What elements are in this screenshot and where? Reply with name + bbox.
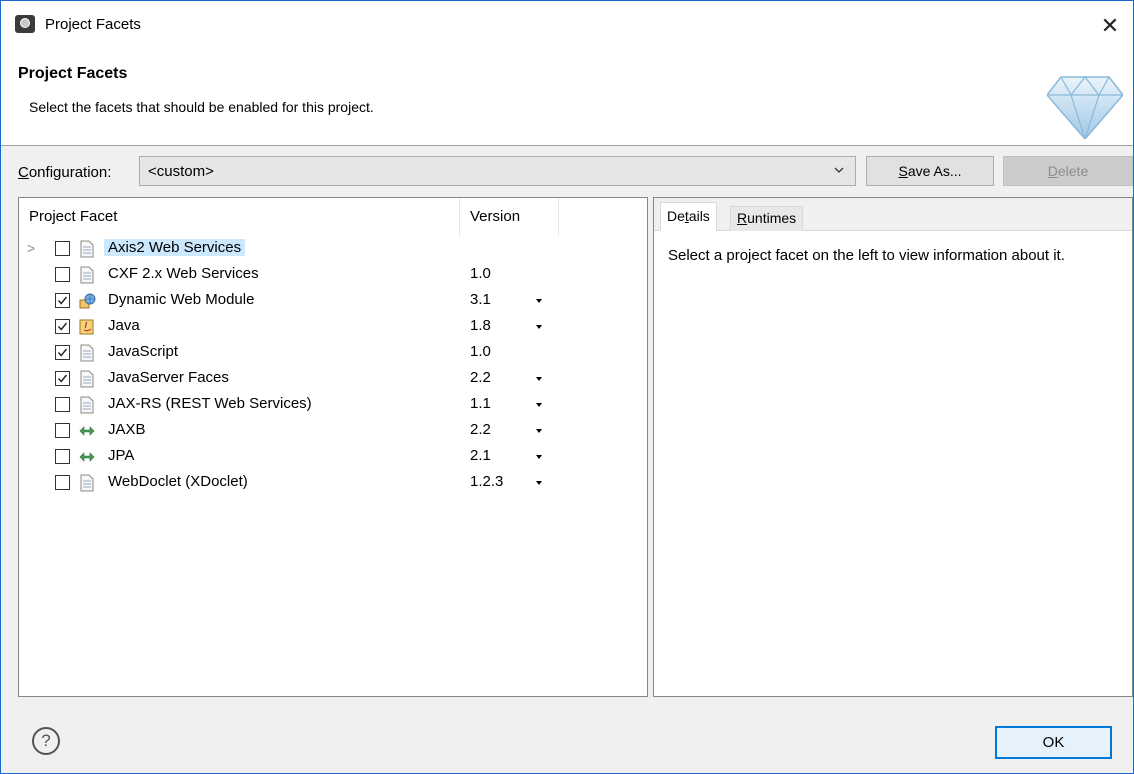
gem-icon [1047,76,1123,139]
banner-title: Project Facets [18,65,128,82]
version-dropdown-icon[interactable] [536,377,542,381]
column-header-version[interactable]: Version [470,198,560,236]
facet-checkbox[interactable] [55,423,70,438]
table-row[interactable]: JAXB 2.2 [19,418,647,444]
facet-checkbox[interactable] [55,345,70,360]
column-header-project-facet[interactable]: Project Facet [29,198,459,236]
table-row[interactable]: JAX-RS (REST Web Services) 1.1 [19,392,647,418]
facet-name: JAXB [108,421,146,438]
facet-name: JavaServer Faces [108,369,229,386]
table-row[interactable]: Dynamic Web Module 3.1 [19,288,647,314]
facet-version[interactable]: 2.1 [470,447,491,464]
column-divider[interactable] [459,198,460,236]
facet-checkbox[interactable] [55,293,70,308]
configuration-combo[interactable]: <custom> [139,156,856,186]
table-row[interactable]: JPA 2.1 [19,444,647,470]
details-panel: Details Runtimes Select a project facet … [653,197,1133,697]
table-row[interactable]: WebDoclet (XDoclet) 1.2.3 [19,470,647,496]
facet-version: 1.0 [470,343,491,360]
column-divider[interactable] [558,198,559,236]
facet-name: CXF 2.x Web Services [108,265,259,282]
facet-name: WebDoclet (XDoclet) [108,473,248,490]
version-dropdown-icon[interactable] [536,429,542,433]
facet-name: Axis2 Web Services [104,239,246,256]
page-icon [78,474,96,492]
facet-version[interactable]: 1.8 [470,317,491,334]
facet-checkbox[interactable] [55,241,70,256]
banner-description: Select the facets that should be enabled… [29,99,374,115]
help-button[interactable]: ? [32,727,60,755]
facet-checkbox[interactable] [55,475,70,490]
expand-arrow-icon[interactable]: > [27,240,39,256]
page-icon [78,344,96,362]
version-dropdown-icon[interactable] [536,403,542,407]
table-row[interactable]: JavaServer Faces 2.2 [19,366,647,392]
facet-table: Project Facet Version > Axis2 Web Service… [18,197,648,697]
facet-checkbox[interactable] [55,267,70,282]
version-dropdown-icon[interactable] [536,455,542,459]
delete-button[interactable]: Delete [1003,156,1133,186]
details-tab-strip: Details Runtimes [654,198,1132,231]
facet-version[interactable]: 1.1 [470,395,491,412]
configuration-value: <custom> [148,163,214,180]
facet-checkbox[interactable] [55,371,70,386]
configuration-row: Configuration: <custom> Save As... Delet… [1,156,1133,190]
version-dropdown-icon[interactable] [536,481,542,485]
facet-checkbox[interactable] [55,449,70,464]
table-row[interactable]: > Axis2 Web Services [19,236,647,262]
window-title: Project Facets [45,16,141,33]
dialog-window: Project Facets ✕ Project Facets Select t… [0,0,1134,774]
tab-details[interactable]: Details [660,202,717,231]
java-icon [78,318,96,336]
page-icon [78,240,96,258]
facet-name: JAX-RS (REST Web Services) [108,395,312,412]
page-icon [78,396,96,414]
eclipse-icon [15,15,35,33]
configuration-label: Configuration: [18,164,112,181]
arrows-icon [78,448,96,466]
table-row[interactable]: CXF 2.x Web Services 1.0 [19,262,647,288]
version-dropdown-icon[interactable] [536,299,542,303]
facet-name: JavaScript [108,343,179,360]
close-button[interactable]: ✕ [1087,1,1133,51]
facet-name: Dynamic Web Module [108,291,255,308]
page-icon [78,370,96,388]
details-text: Select a project facet on the left to vi… [668,247,1065,264]
title-bar: Project Facets ✕ [1,1,1133,51]
ok-button[interactable]: OK [995,726,1112,759]
facet-checkbox[interactable] [55,397,70,412]
dialog-banner: Project Facets Select the facets that sh… [1,51,1133,146]
table-row[interactable]: JavaScript 1.0 [19,340,647,366]
save-as-button[interactable]: Save As... [866,156,994,186]
page-icon [78,266,96,284]
facet-version: 1.0 [470,265,491,282]
facet-version[interactable]: 2.2 [470,421,491,438]
arrows-icon [78,422,96,440]
facet-version[interactable]: 3.1 [470,291,491,308]
facet-checkbox[interactable] [55,319,70,334]
facet-version[interactable]: 2.2 [470,369,491,386]
facet-version[interactable]: 1.2.3 [470,473,503,490]
table-row[interactable]: Java 1.8 [19,314,647,340]
facet-name: Java [108,317,140,334]
facet-name: JPA [108,447,135,464]
tab-runtimes[interactable]: Runtimes [730,206,804,231]
version-dropdown-icon[interactable] [536,325,542,329]
chevron-down-icon [834,167,844,173]
web-module-icon [78,292,96,310]
